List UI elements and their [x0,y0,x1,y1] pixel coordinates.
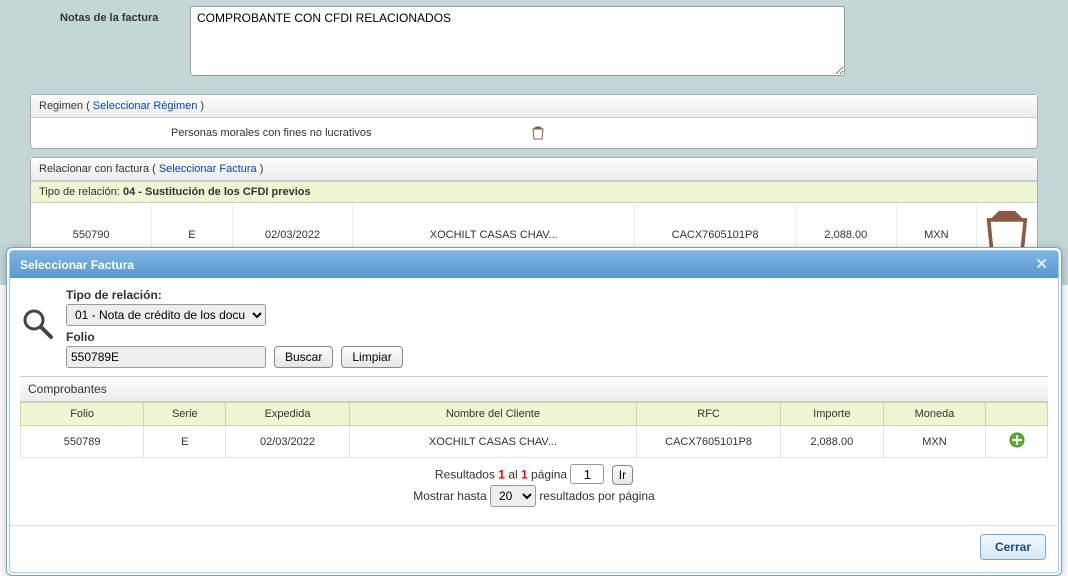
col-cliente: Nombre del Cliente [349,403,637,426]
select-factura-link[interactable]: Seleccionar Factura [159,163,257,175]
folio-input[interactable] [66,346,266,368]
relacionar-title-prefix: Relacionar con factura ( [39,163,159,175]
regimen-panel: Regimen ( Seleccionar Régimen ) Personas… [30,94,1038,149]
pager-pagina-label: página [528,468,571,482]
col-moneda: Moneda [883,403,986,426]
col-serie: Serie [144,403,226,426]
comprobantes-grid: Folio Serie Expedida Nombre del Cliente … [20,402,1048,458]
tipo-relacion-label: Tipo de relación: [66,288,403,302]
pager-show-prefix: Mostrar hasta [413,489,490,503]
trash-icon[interactable] [532,126,544,140]
add-icon[interactable] [1009,432,1025,448]
cell-moneda: MXN [883,426,986,458]
select-regimen-link[interactable]: Seleccionar Régimen [93,100,198,112]
regimen-header: Regimen ( Seleccionar Régimen ) [31,95,1037,118]
pager-al: al [505,468,521,482]
modal-title: Seleccionar Factura [20,258,134,272]
regimen-title-prefix: Regimen ( [39,100,93,112]
col-expedida: Expedida [226,403,349,426]
tipo-relacion-label: Tipo de relación: [39,186,123,198]
col-folio: Folio [21,403,144,426]
cerrar-button[interactable]: Cerrar [980,534,1046,560]
select-factura-modal: Seleccionar Factura ✕ Tipo de relación: … [6,247,1062,576]
page-size-select[interactable]: 20 [490,485,536,507]
limpiar-button[interactable]: Limpiar [341,346,402,368]
relacionar-title-suffix: ) [257,163,264,175]
cell-importe: 2,088.00 [780,426,883,458]
cell-cliente: XOCHILT CASAS CHAV... [349,426,637,458]
comprobantes-header: Comprobantes [20,376,1048,402]
cell-serie: E [144,426,226,458]
relacionar-header: Relacionar con factura ( Seleccionar Fac… [31,158,1037,181]
search-icon [20,306,54,340]
col-rfc: RFC [637,403,781,426]
page-input[interactable] [570,464,604,484]
regimen-title-suffix: ) [197,100,204,112]
pager: Resultados 1 al 1 página Ir Mostrar hast… [20,458,1048,517]
regimen-row-text: Personas morales con fines no lucrativos [41,127,372,139]
pager-from: 1 [498,468,505,482]
close-icon[interactable]: ✕ [1035,257,1048,272]
cell-rfc: CACX7605101P8 [637,426,781,458]
pager-res-prefix: Resultados [435,468,498,482]
tipo-relacion-row: Tipo de relación: 04 - Sustitución de lo… [31,181,1037,203]
notes-textarea[interactable] [190,6,845,76]
pager-to: 1 [521,468,528,482]
col-importe: Importe [780,403,883,426]
table-row: 550789 E 02/03/2022 XOCHILT CASAS CHAV..… [21,426,1048,458]
cell-folio: 550789 [21,426,144,458]
cell-expedida: 02/03/2022 [226,426,349,458]
buscar-button[interactable]: Buscar [274,346,333,368]
tipo-relacion-value: 04 - Sustitución de los CFDI previos [123,186,311,198]
pager-show-suffix: resultados por página [539,489,654,503]
tipo-relacion-select[interactable]: 01 - Nota de crédito de los documentos r… [66,304,266,326]
folio-label: Folio [66,330,403,344]
notes-label: Notas de la factura [30,6,190,76]
go-button[interactable]: Ir [612,465,633,485]
